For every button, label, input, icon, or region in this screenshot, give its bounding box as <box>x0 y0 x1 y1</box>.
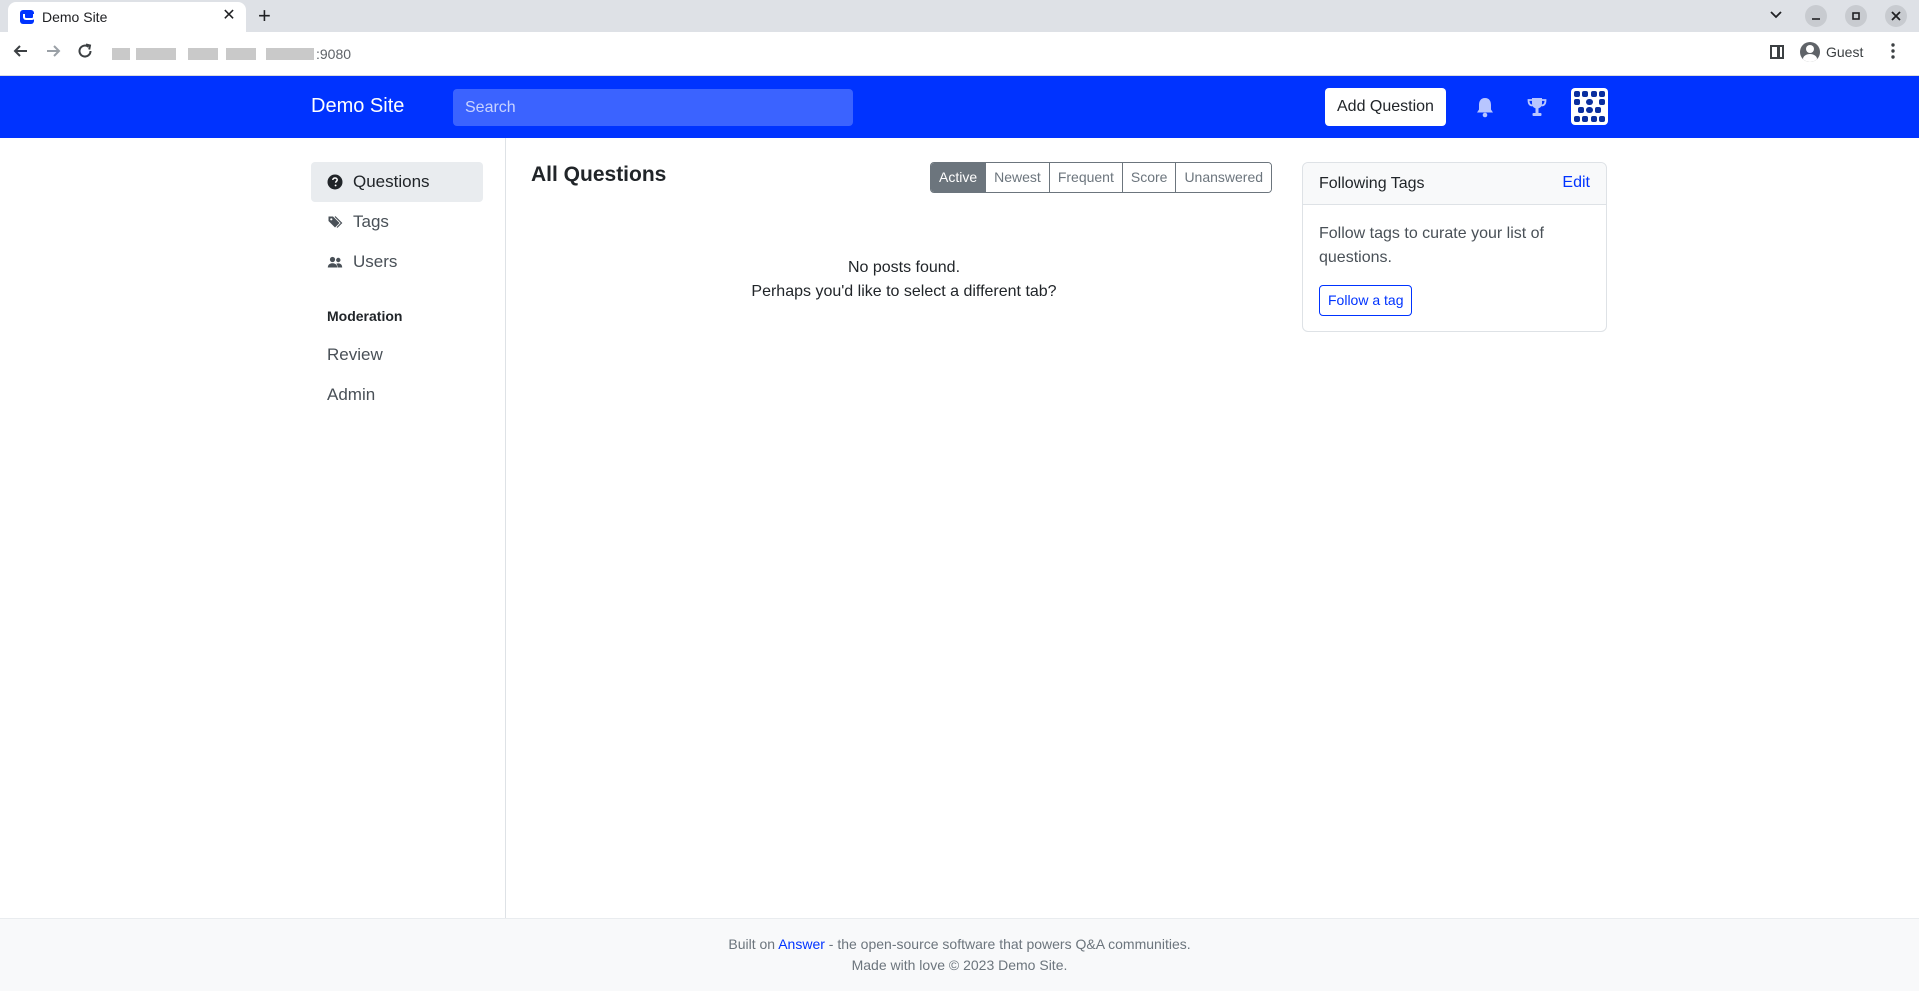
sidebar-item-label: Questions <box>353 172 430 191</box>
guest-avatar-icon <box>1800 42 1820 62</box>
browser-tab-strip: Demo Site ✕ + <box>0 0 1919 32</box>
sidebar-item-tags[interactable]: Tags <box>311 202 483 242</box>
moderation-heading: Moderation <box>327 308 403 324</box>
empty-state-hint: Perhaps you'd like to select a different… <box>751 283 1057 300</box>
url-port: :9080 <box>316 46 352 62</box>
url-host-redacted <box>266 48 314 60</box>
sort-tab-group: Active Newest Frequent Score Unanswered <box>930 162 1273 193</box>
browser-toolbar: :9080 <box>0 32 1919 76</box>
sidebar-item-users[interactable]: Users <box>311 242 483 282</box>
site-header: Demo Site Add Question <box>0 76 1919 138</box>
tab-unanswered[interactable]: Unanswered <box>1175 163 1272 192</box>
sidebar-item-questions[interactable]: Questions <box>311 162 483 202</box>
site-favicon-icon <box>20 10 35 24</box>
footer-built-on: Built on Answer - the open-source softwa… <box>0 936 1919 952</box>
footer-copyright: Made with love © 2023 Demo Site. <box>851 957 1068 973</box>
browser-menu-icon[interactable] <box>1890 42 1896 64</box>
address-bar[interactable]: :9080 <box>108 38 1756 70</box>
new-tab-button[interactable]: + <box>258 3 271 29</box>
answer-link[interactable]: Answer <box>778 936 825 952</box>
browser-tab-title: Demo Site <box>42 9 108 25</box>
following-tags-card: Following Tags Edit Follow tags to curat… <box>1302 162 1607 332</box>
sidebar-item-admin[interactable]: Admin <box>327 385 375 405</box>
empty-state-message: No posts found. <box>847 259 961 276</box>
following-tags-title: Following Tags <box>1319 175 1425 192</box>
back-arrow-icon[interactable] <box>9 42 33 66</box>
search-input[interactable] <box>453 89 853 126</box>
url-host-redacted <box>136 48 176 60</box>
trophy-icon[interactable] <box>1524 94 1550 120</box>
following-tags-description: Follow tags to curate your list of quest… <box>1319 225 1544 266</box>
sidebar-item-label: Tags <box>353 212 389 231</box>
tab-newest[interactable]: Newest <box>985 163 1049 192</box>
forward-arrow-icon[interactable] <box>41 42 65 66</box>
add-question-button[interactable]: Add Question <box>1325 88 1446 126</box>
sidebar-item-review[interactable]: Review <box>327 345 383 365</box>
site-footer: Built on Answer - the open-source softwa… <box>0 918 1919 991</box>
edit-tags-link[interactable]: Edit <box>1562 174 1590 192</box>
reload-icon[interactable] <box>73 42 97 66</box>
footer-built-on-suffix: - the open-source software that powers Q… <box>828 936 1191 952</box>
tab-frequent[interactable]: Frequent <box>1048 163 1122 192</box>
url-host-redacted <box>188 48 218 60</box>
side-panel-icon[interactable] <box>1770 45 1784 59</box>
browser-tab[interactable]: Demo Site ✕ <box>8 2 246 32</box>
profile-button[interactable]: Guest <box>1796 39 1873 65</box>
minimize-window-icon[interactable] <box>1805 5 1827 27</box>
url-host-redacted <box>112 48 130 60</box>
site-brand-link[interactable]: Demo Site <box>311 95 404 118</box>
users-icon <box>327 256 343 268</box>
tab-active[interactable]: Active <box>931 163 986 192</box>
bell-icon[interactable] <box>1472 94 1498 120</box>
sidebar-item-label: Users <box>353 252 398 271</box>
follow-a-tag-button[interactable]: Follow a tag <box>1319 285 1413 316</box>
page-title: All Questions <box>531 163 667 186</box>
user-avatar[interactable] <box>1571 88 1608 125</box>
tab-search-chevron-down-icon[interactable] <box>1765 5 1787 27</box>
left-sidebar: Questions Tags Users Moderation Review A… <box>0 138 506 918</box>
tab-close-icon[interactable]: ✕ <box>220 7 238 25</box>
url-host-redacted <box>226 48 256 60</box>
footer-built-on-prefix: Built on <box>728 936 776 952</box>
question-circle-icon <box>327 174 343 190</box>
tags-icon <box>328 216 343 228</box>
profile-name: Guest <box>1826 44 1864 60</box>
close-window-icon[interactable] <box>1885 5 1907 27</box>
tab-score[interactable]: Score <box>1121 163 1176 192</box>
following-tags-header: Following Tags Edit <box>1303 163 1606 205</box>
restore-window-icon[interactable] <box>1845 5 1867 27</box>
